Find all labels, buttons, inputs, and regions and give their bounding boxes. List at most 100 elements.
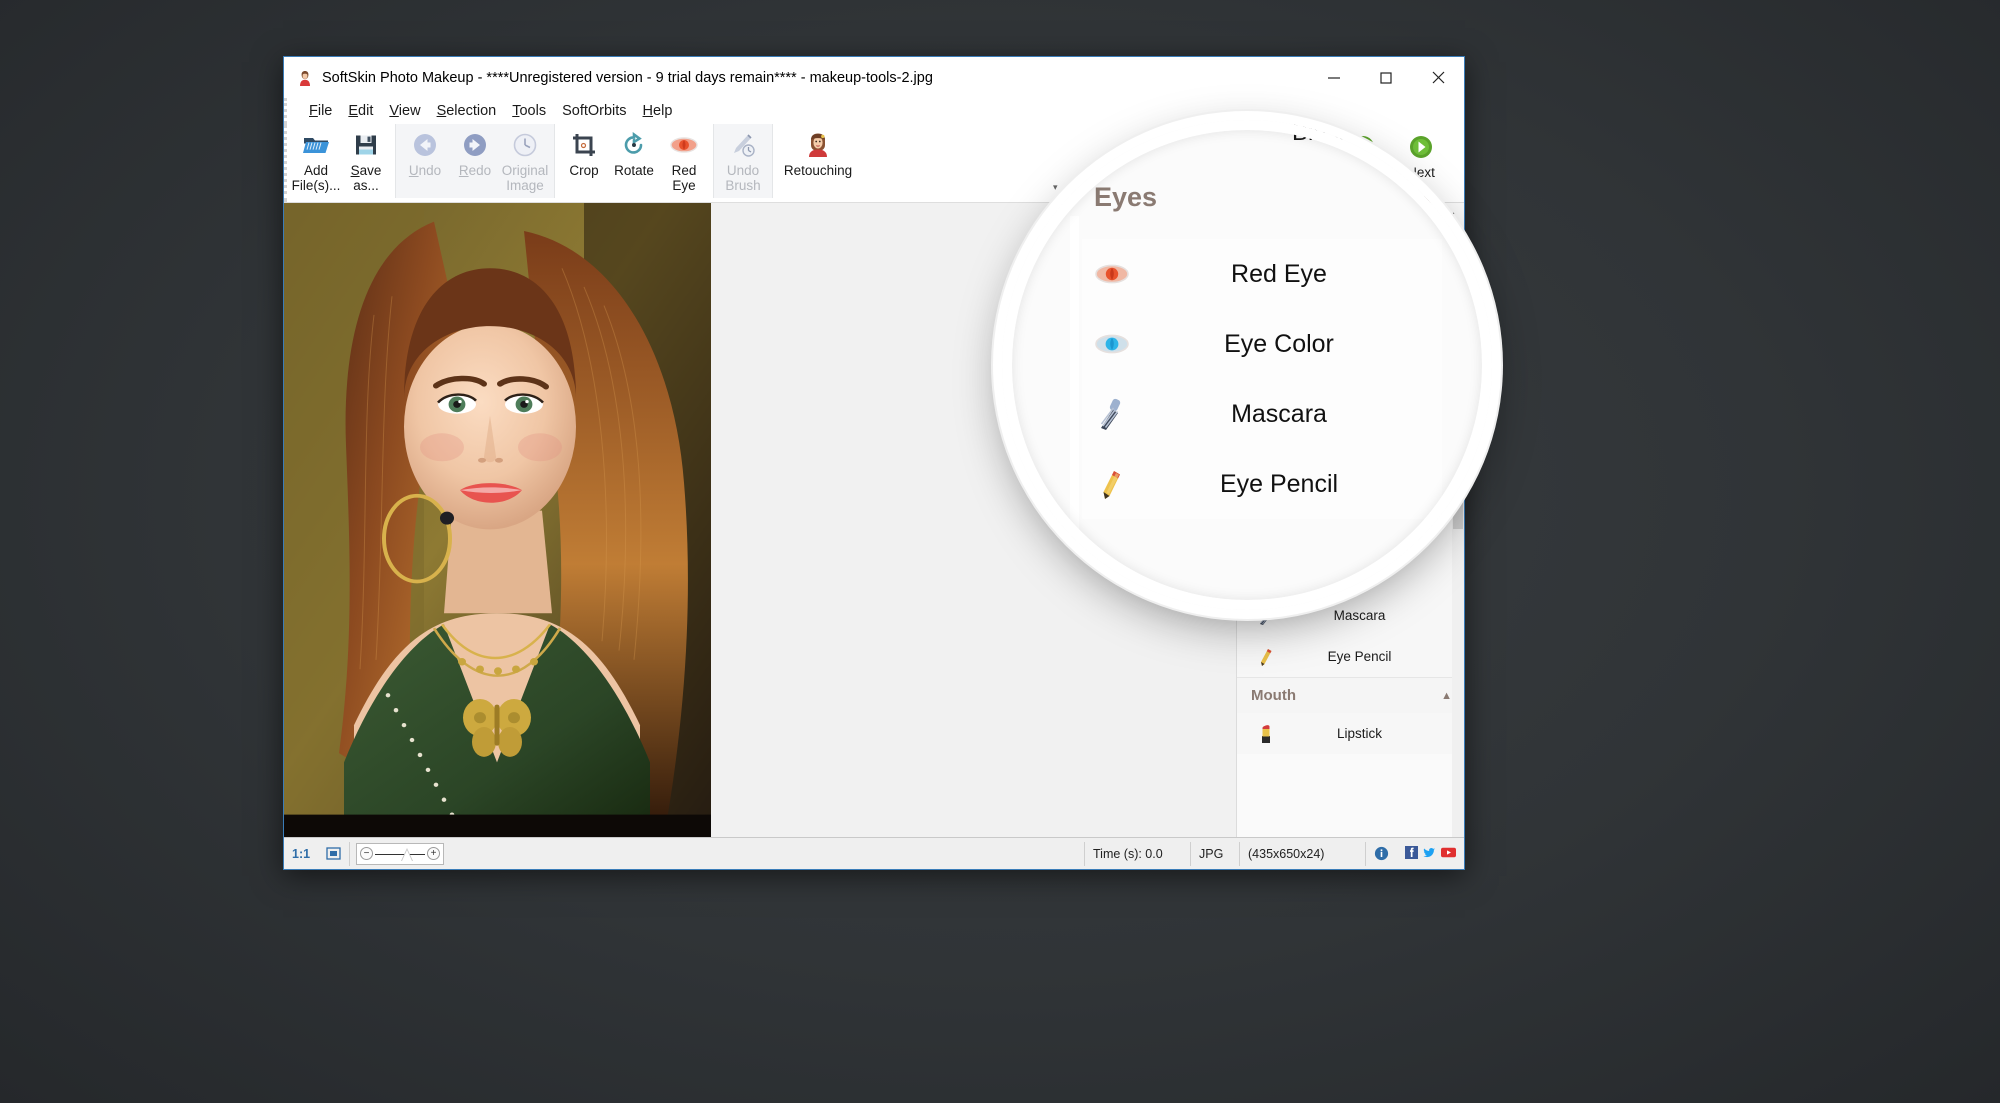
twitter-icon[interactable] — [1423, 846, 1436, 862]
window-controls — [1308, 57, 1464, 98]
menu-tools[interactable]: Tools — [504, 103, 554, 119]
chevron-up-icon[interactable]: ▲ — [1416, 186, 1436, 209]
next-arrow-icon — [1409, 132, 1433, 162]
redo-label: Redo — [458, 163, 492, 178]
redo-arrow-icon — [462, 130, 488, 160]
menu-selection[interactable]: Selection — [429, 103, 505, 119]
undo-brush-button[interactable]: Undo Brush — [718, 126, 768, 193]
photo-preview — [284, 203, 711, 837]
rotate-icon — [621, 130, 647, 160]
red-eye-button[interactable]: Red Eye — [659, 126, 709, 193]
magnified-section-header[interactable]: Eyes ▲ — [1082, 182, 1442, 213]
zoom-track — [375, 853, 426, 855]
undo-brush-label: Undo Brush — [725, 163, 761, 193]
floppy-save-icon — [354, 130, 378, 160]
format-label: JPG — [1199, 846, 1224, 861]
close-button[interactable] — [1412, 57, 1464, 98]
menu-file[interactable]: File — [301, 103, 340, 119]
clock-history-icon — [512, 130, 538, 160]
rotate-label: Rotate — [614, 163, 654, 178]
red-eye-label: Red Eye — [671, 163, 697, 193]
magnified-blush-label: Blush — [1292, 120, 1353, 146]
sidebar-section-title: Mouth — [1251, 687, 1296, 704]
magnified-item-eye-pencil[interactable]: Eye Pencil — [1082, 449, 1442, 519]
magnified-item-label: Eye Color — [1224, 329, 1334, 358]
zoom-ratio-label: 1:1 — [292, 846, 311, 861]
toolbar-overflow-button[interactable]: ▾ — [1053, 182, 1058, 193]
menu-edit[interactable]: Edit — [340, 103, 381, 119]
toolbar-group-file: Add File(s)... Save as... — [287, 124, 395, 198]
zoom-in-button[interactable]: + — [427, 847, 441, 860]
magnified-panel-edge — [1070, 216, 1079, 576]
zoom-slider[interactable]: − + — [356, 842, 445, 865]
magnified-section-title: Eyes — [1094, 182, 1158, 212]
crop-button[interactable]: Crop — [559, 126, 609, 178]
undo-button[interactable]: Undo — [400, 126, 450, 178]
save-as-button[interactable]: Save as... — [341, 126, 391, 193]
add-files-button[interactable]: Add File(s)... — [291, 126, 341, 193]
magnified-item-label: Mascara — [1231, 399, 1327, 428]
open-folder-icon — [302, 130, 330, 160]
next-label: Next — [1407, 165, 1435, 180]
sidebar-item-eye-pencil[interactable]: Eye Pencil — [1237, 636, 1464, 677]
save-as-label: Save as... — [350, 163, 382, 193]
sidebar-section-mouth[interactable]: Mouth ▲ — [1237, 677, 1464, 713]
sidebar-label: Lipstick — [1336, 726, 1382, 741]
toolbar-group-history: Undo Redo Original Image — [395, 124, 555, 198]
magnified-item-eye-color[interactable]: Eye Color — [1082, 309, 1442, 379]
youtube-icon[interactable] — [1441, 846, 1456, 862]
zoom-out-button[interactable]: − — [360, 847, 374, 860]
mascara-icon — [1082, 397, 1142, 431]
redo-button[interactable]: Redo — [450, 126, 500, 178]
eye-pencil-icon — [1253, 647, 1279, 667]
title-bar: SoftSkin Photo Makeup - ****Unregistered… — [284, 57, 1464, 98]
menu-help[interactable]: Help — [635, 103, 681, 119]
magnified-eyes-panel: Blush Eyes ▲ Red Eye Eye Color Mascara E… — [1082, 120, 1492, 610]
facebook-icon[interactable] — [1405, 845, 1418, 862]
next-button[interactable]: Next — [1392, 128, 1450, 180]
magnified-item-red-eye[interactable]: Red Eye — [1082, 239, 1442, 309]
undo-label: Undo — [408, 163, 442, 178]
fit-to-window-icon[interactable] — [318, 838, 349, 869]
dimensions-label: (435x650x24) — [1248, 846, 1325, 861]
magnified-next-section-title: Mouth — [1174, 606, 1255, 610]
time-label: Time (s): 0.0 — [1093, 846, 1163, 861]
eye-pencil-icon — [1082, 467, 1142, 501]
magnifier-content: Blush Eyes ▲ Red Eye Eye Color Mascara E… — [1002, 120, 1492, 610]
toolbar-group-undo-brush: Undo Brush — [713, 124, 773, 198]
original-image-button[interactable]: Original Image — [500, 126, 550, 193]
social-links — [1397, 845, 1464, 862]
retouching-label: Retouching — [783, 163, 853, 178]
toolbar-group-edit: Crop Rotate Red Eye — [555, 124, 713, 198]
app-avatar-icon — [297, 70, 313, 86]
status-divider — [349, 841, 351, 866]
sidebar-label: Eye Pencil — [1327, 649, 1392, 664]
info-icon[interactable] — [1366, 838, 1397, 869]
chevron-up-icon[interactable]: ▲ — [1441, 690, 1452, 702]
retouching-face-icon — [806, 130, 830, 160]
red-eye-icon — [1082, 263, 1142, 285]
magnified-item-label: Eye Pencil — [1219, 469, 1339, 498]
lipstick-icon — [1253, 724, 1279, 744]
status-bar: 1:1 − + Time (s): 0.0 JPG (435x650x24) — [284, 837, 1464, 869]
menu-bar: File Edit View Selection Tools SoftOrbit… — [284, 98, 1464, 124]
add-files-label: Add File(s)... — [291, 163, 341, 193]
crop-icon — [571, 130, 597, 160]
undo-brush-icon — [730, 130, 756, 160]
menu-view[interactable]: View — [381, 103, 428, 119]
minimize-button[interactable] — [1308, 57, 1360, 98]
eye-color-icon — [1082, 333, 1142, 355]
magnified-item-list: Red Eye Eye Color Mascara Eye Pencil — [1082, 239, 1442, 519]
sidebar-label: Mascara — [1333, 608, 1386, 623]
window-title: SoftSkin Photo Makeup - ****Unregistered… — [322, 69, 933, 86]
sidebar-item-lipstick[interactable]: Lipstick — [1237, 713, 1464, 754]
maximize-button[interactable] — [1360, 57, 1412, 98]
rotate-button[interactable]: Rotate — [609, 126, 659, 178]
retouching-button[interactable]: Retouching — [777, 126, 859, 178]
toolbar-group-retouching: Retouching — [773, 124, 863, 198]
menu-softorbits[interactable]: SoftOrbits — [554, 103, 634, 119]
red-eye-icon — [670, 130, 698, 160]
magnifier-lens: Blush Eyes ▲ Red Eye Eye Color Mascara E… — [1002, 120, 1492, 610]
zoom-knob[interactable] — [401, 847, 414, 861]
magnified-item-mascara[interactable]: Mascara — [1082, 379, 1442, 449]
